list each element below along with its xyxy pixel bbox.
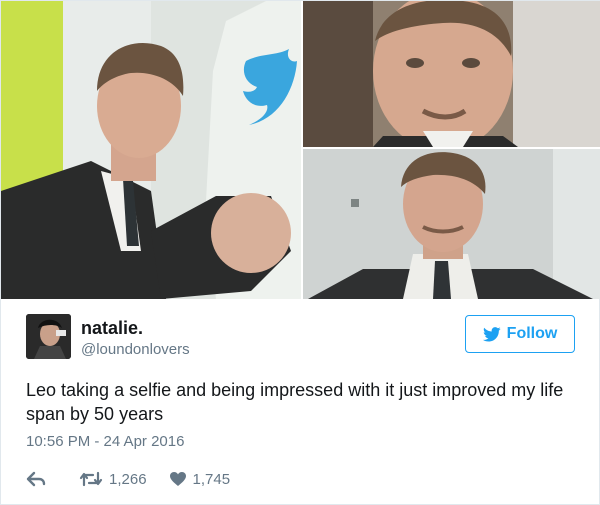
tweet-photo-3[interactable] bbox=[303, 149, 600, 299]
tweet-photo-2[interactable] bbox=[303, 1, 600, 147]
twitter-bird-icon bbox=[482, 326, 501, 341]
heart-icon bbox=[169, 472, 186, 486]
follow-button[interactable]: Follow bbox=[465, 315, 575, 353]
reply-icon bbox=[26, 471, 46, 487]
avatar[interactable] bbox=[26, 314, 71, 359]
like-button[interactable]: 1,745 bbox=[169, 470, 231, 488]
tweet-timestamp[interactable]: 10:56 PM - 24 Apr 2016 bbox=[26, 433, 184, 450]
retweet-count: 1,266 bbox=[109, 470, 147, 488]
like-count: 1,745 bbox=[192, 470, 231, 488]
retweet-button[interactable]: 1,266 bbox=[79, 471, 147, 488]
retweet-icon bbox=[79, 471, 103, 487]
tweet-photo-1[interactable] bbox=[1, 1, 301, 299]
tweet-text: Leo taking a selfie and being impressed … bbox=[26, 380, 564, 424]
tweet-actions: 1,266 1,745 bbox=[26, 467, 230, 491]
tweet-card: natalie. @loundonlovers Follow Leo takin… bbox=[0, 0, 600, 505]
reply-button[interactable] bbox=[26, 471, 50, 487]
author-handle[interactable]: @loundonlovers bbox=[81, 341, 190, 358]
follow-label: Follow bbox=[506, 325, 558, 342]
author-name[interactable]: natalie. bbox=[81, 318, 143, 339]
tweet-photo-grid bbox=[1, 1, 600, 299]
